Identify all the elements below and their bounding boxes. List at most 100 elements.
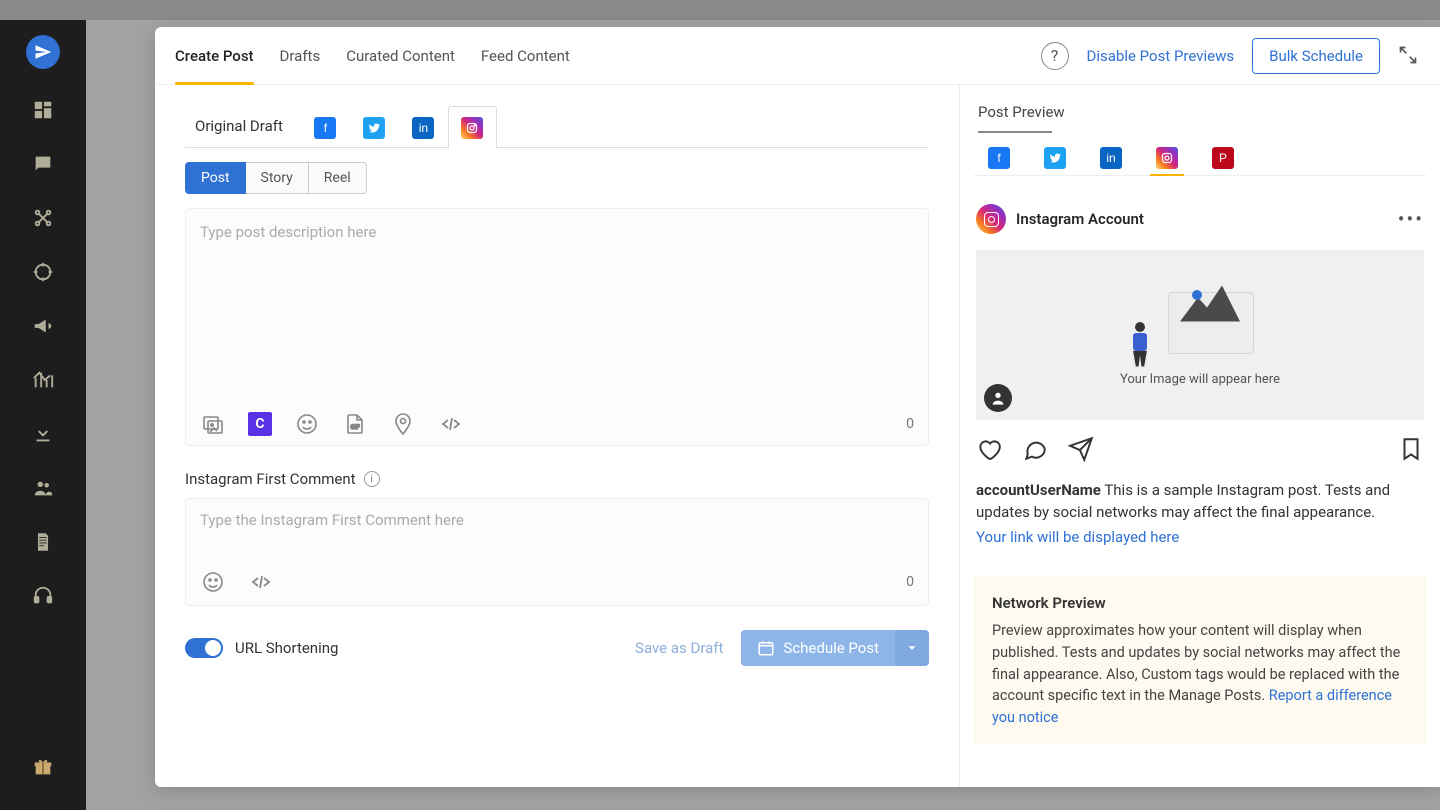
schedule-post-button[interactable]: Schedule Post (741, 630, 929, 666)
first-comment-composer: 0 (185, 498, 929, 606)
create-post-modal: Create Post Drafts Curated Content Feed … (155, 27, 1440, 787)
network-preview-notice: Network Preview Preview approximates how… (974, 576, 1426, 745)
draft-tab-linkedin[interactable]: in (399, 106, 448, 148)
window-top-bar (0, 0, 1440, 20)
target-icon[interactable] (30, 259, 56, 285)
share-icon[interactable] (1068, 436, 1094, 462)
first-comment-char-count: 0 (906, 574, 914, 590)
draft-tab-instagram[interactable] (448, 106, 497, 148)
disable-post-previews-link[interactable]: Disable Post Previews (1087, 47, 1235, 65)
description-char-count: 0 (906, 416, 914, 432)
preview-title-underline (978, 131, 1052, 133)
support-icon[interactable] (30, 583, 56, 609)
more-options-icon[interactable]: ••• (1398, 214, 1424, 224)
modal-header: Create Post Drafts Curated Content Feed … (155, 27, 1440, 85)
like-icon[interactable] (976, 436, 1002, 462)
twitter-icon (363, 117, 385, 139)
preview-tab-instagram[interactable] (1156, 147, 1178, 169)
bookmark-icon[interactable] (1398, 436, 1424, 462)
url-shortening-toggle[interactable] (185, 638, 223, 658)
canva-icon[interactable]: C (248, 412, 272, 436)
pinterest-icon: P (1212, 147, 1234, 169)
composer-toolbar: C GIF 0 (186, 403, 928, 445)
ig-placeholder-text: Your Image will appear here (1120, 372, 1280, 387)
header-actions: ? Disable Post Previews Bulk Schedule (1041, 38, 1420, 74)
post-type-reel[interactable]: Reel (309, 162, 367, 194)
preview-tab-pinterest[interactable]: P (1212, 147, 1234, 169)
preview-tab-linkedin[interactable]: in (1100, 147, 1122, 169)
media-icon[interactable] (200, 411, 226, 437)
linkedin-icon: in (412, 117, 434, 139)
schedule-post-dropdown[interactable] (895, 630, 929, 666)
app-sidenav (0, 20, 86, 810)
ig-caption: accountUserName This is a sample Instagr… (976, 480, 1424, 524)
first-comment-toolbar: 0 (186, 563, 928, 605)
comment-icon[interactable] (1022, 436, 1048, 462)
ig-account-name: Instagram Account (1016, 210, 1144, 228)
expand-icon[interactable] (1398, 45, 1420, 67)
tab-curated-content[interactable]: Curated Content (346, 27, 455, 84)
instagram-icon (1156, 147, 1178, 169)
preview-column: Post Preview f in P Instagram Account ••… (960, 85, 1440, 787)
post-type-story[interactable]: Story (246, 162, 309, 194)
emoji-icon[interactable] (200, 569, 226, 595)
post-preview-title: Post Preview (974, 103, 1426, 131)
twitter-icon (1044, 147, 1066, 169)
svg-text:GIF: GIF (351, 424, 361, 431)
emoji-icon[interactable] (294, 411, 320, 437)
document-icon[interactable] (30, 529, 56, 555)
url-shortening-label: URL Shortening (235, 639, 338, 657)
placeholder-illustration (1140, 284, 1260, 364)
code-icon[interactable] (438, 411, 464, 437)
preview-tab-twitter[interactable] (1044, 147, 1066, 169)
tab-feed-content[interactable]: Feed Content (481, 27, 570, 84)
post-description-input[interactable] (186, 209, 928, 399)
ig-action-bar (976, 436, 1424, 462)
megaphone-icon[interactable] (30, 313, 56, 339)
post-type-tabs: Post Story Reel (185, 162, 929, 194)
draft-tab-twitter[interactable] (350, 106, 399, 148)
chevron-down-icon (905, 641, 919, 655)
preview-tab-facebook[interactable]: f (988, 147, 1010, 169)
ig-preview-header: Instagram Account ••• (976, 204, 1424, 234)
post-composer: C GIF 0 (185, 208, 929, 446)
tab-create-post[interactable]: Create Post (175, 27, 254, 84)
user-tag-avatar-icon (984, 384, 1012, 412)
save-as-draft-button[interactable]: Save as Draft (635, 639, 723, 657)
draft-network-tabs: Original Draft f in (185, 105, 929, 148)
bulk-schedule-button[interactable]: Bulk Schedule (1252, 38, 1380, 74)
ig-caption-username: accountUserName (976, 481, 1101, 499)
location-icon[interactable] (390, 411, 416, 437)
tab-drafts[interactable]: Drafts (280, 27, 321, 84)
team-icon[interactable] (30, 475, 56, 501)
facebook-icon: f (314, 117, 336, 139)
facebook-icon: f (988, 147, 1010, 169)
app-logo[interactable] (26, 35, 60, 69)
download-icon[interactable] (30, 421, 56, 447)
calendar-icon (757, 639, 775, 657)
first-comment-input[interactable] (186, 499, 928, 559)
messages-icon[interactable] (30, 151, 56, 177)
linkedin-icon: in (1100, 147, 1122, 169)
info-icon[interactable]: i (364, 471, 380, 487)
modal-body: Original Draft f in Post Story Reel C GI… (155, 85, 1440, 787)
code-icon[interactable] (248, 569, 274, 595)
post-type-post[interactable]: Post (185, 162, 246, 194)
first-comment-label: Instagram First Comment i (185, 470, 929, 488)
help-icon[interactable]: ? (1041, 42, 1069, 70)
gif-icon[interactable]: GIF (342, 411, 368, 437)
compose-column: Original Draft f in Post Story Reel C GI… (155, 85, 960, 787)
analytics-icon[interactable] (30, 367, 56, 393)
instagram-avatar-icon (976, 204, 1006, 234)
schedule-post-label: Schedule Post (783, 639, 879, 657)
header-tabs: Create Post Drafts Curated Content Feed … (175, 27, 570, 84)
draft-tab-facebook[interactable]: f (301, 106, 350, 148)
instagram-icon (461, 117, 483, 139)
original-draft-label: Original Draft (185, 107, 301, 147)
composer-footer: URL Shortening Save as Draft Schedule Po… (185, 630, 929, 666)
ig-link-placeholder[interactable]: Your link will be displayed here (976, 528, 1179, 546)
dashboard-icon[interactable] (30, 97, 56, 123)
instagram-preview-card: Instagram Account ••• Your Image will ap… (974, 204, 1426, 546)
gift-icon[interactable] (30, 754, 56, 780)
connections-icon[interactable] (30, 205, 56, 231)
